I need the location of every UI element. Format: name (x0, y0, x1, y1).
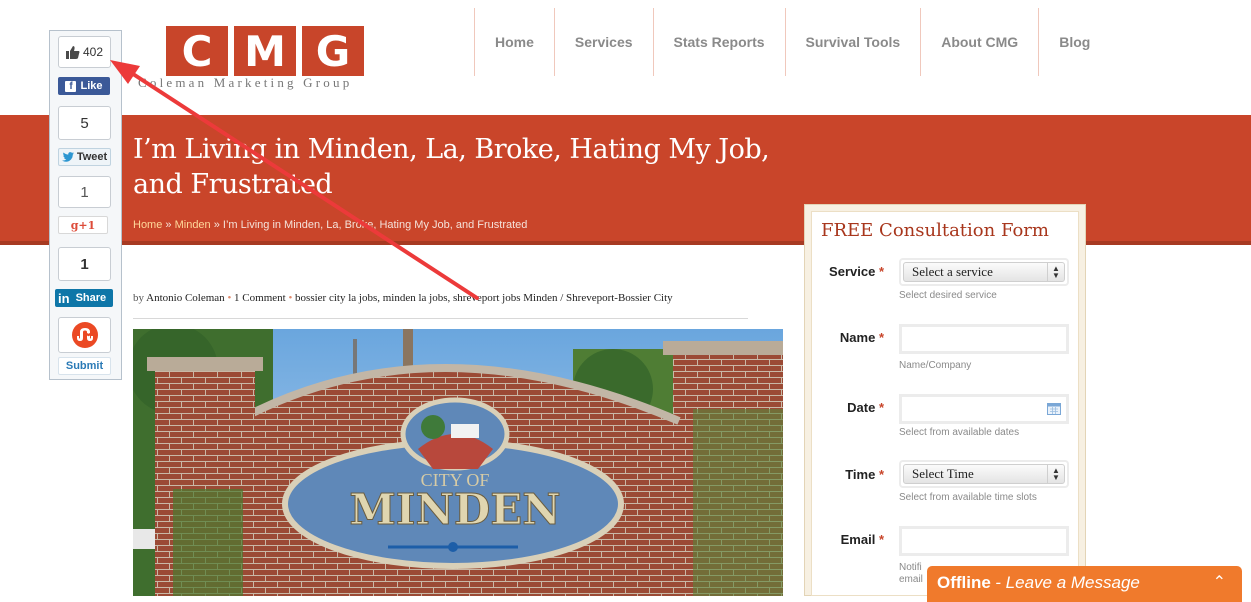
breadcrumb-category-link[interactable]: Minden (175, 219, 211, 231)
author-link[interactable]: Antonio Coleman (146, 292, 225, 304)
social-share-bar: 402 f Like 5 Tweet 1 g +1 1 in Share Subm… (49, 30, 122, 380)
facebook-like-button[interactable]: f Like (58, 77, 110, 95)
email-help-line-2: email (899, 574, 923, 585)
twitter-tweet-button[interactable]: Tweet (58, 148, 111, 166)
meta-dot-separator: • (227, 292, 232, 304)
time-select-value: Select Time (912, 466, 974, 481)
breadcrumb: Home » Minden » I’m Living in Minden, La… (133, 219, 527, 231)
name-label: Name * (806, 330, 884, 345)
form-title: FREE Consultation Form (821, 220, 1049, 241)
linkedin-share-button[interactable]: in Share (55, 289, 113, 307)
stumbleupon-badge[interactable] (58, 317, 111, 353)
email-label-text: Email (840, 532, 876, 547)
date-label: Date * (806, 400, 884, 415)
time-label: Time * (806, 467, 884, 482)
category-links[interactable]: Minden / Shreveport-Bossier City (523, 292, 672, 304)
breadcrumb-separator: » (165, 219, 172, 231)
name-label-text: Name (839, 330, 876, 345)
google-plus-button[interactable]: g +1 (58, 216, 108, 234)
tag-links[interactable]: bossier city la jobs, minden la jobs, sh… (295, 292, 520, 304)
required-mark: * (878, 467, 884, 482)
email-help-line-1: Notifi (899, 562, 922, 573)
stumbleupon-submit-button[interactable]: Submit (58, 357, 111, 375)
meta-divider (133, 318, 748, 319)
main-nav: Home Services Stats Reports Survival Too… (474, 8, 1110, 76)
breadcrumb-separator: » (213, 219, 220, 231)
time-help: Select from available time slots (899, 492, 1037, 503)
required-mark: * (878, 330, 884, 345)
time-select[interactable]: Select Time ▲ ▼ (899, 460, 1069, 488)
nav-item-survival-tools[interactable]: Survival Tools (784, 8, 921, 76)
nav-item-home[interactable]: Home (474, 8, 554, 76)
logo-letter-g: G (302, 26, 364, 76)
facebook-icon: f (65, 80, 77, 92)
name-input[interactable] (899, 324, 1069, 354)
google-plus-count: 1 (58, 176, 111, 208)
page-title: I’m Living in Minden, La, Broke, Hating … (133, 134, 770, 200)
logo-letter-m: M (234, 26, 296, 76)
date-input[interactable] (899, 394, 1069, 424)
date-label-text: Date (847, 400, 876, 415)
cmg-logo[interactable]: C M G (166, 26, 364, 76)
facebook-like-label: Like (80, 80, 103, 92)
required-mark: * (878, 264, 884, 279)
nav-item-stats-reports[interactable]: Stats Reports (652, 8, 785, 76)
minden-sign-photo: CITY OF MINDEN (133, 329, 783, 596)
chat-subtitle: - Leave a Message (995, 573, 1140, 592)
meta-dot-separator: • (288, 292, 293, 304)
google-plus-label: +1 (78, 218, 96, 232)
breadcrumb-home-link[interactable]: Home (133, 219, 162, 231)
sign-text-minden: MINDEN (349, 485, 560, 534)
required-mark: * (878, 400, 884, 415)
facebook-count-value: 402 (82, 45, 104, 59)
select-arrows-icon: ▲ ▼ (1047, 465, 1064, 483)
linkedin-share-label: Share (75, 292, 107, 304)
calendar-icon[interactable] (1047, 402, 1061, 415)
facebook-like-count: 402 (58, 36, 111, 68)
email-label: Email * (806, 532, 884, 547)
comments-link[interactable]: 1 Comment (234, 292, 286, 304)
meta-by: by (133, 292, 144, 304)
logo-tagline: Coleman Marketing Group (138, 75, 353, 90)
logo-letter-c: C (166, 26, 228, 76)
google-plus-icon: g (70, 218, 79, 232)
service-select[interactable]: Select a service ▲ ▼ (899, 258, 1069, 286)
time-label-text: Time (845, 467, 876, 482)
post-meta: by Antonio Coleman • 1 Comment • bossier… (133, 292, 673, 304)
required-mark: * (878, 532, 884, 547)
stumbleupon-icon (71, 322, 98, 348)
thumbs-up-icon (65, 45, 80, 59)
breadcrumb-current: I’m Living in Minden, La, Broke, Hating … (222, 219, 528, 231)
nav-item-blog[interactable]: Blog (1038, 8, 1110, 76)
name-help: Name/Company (899, 360, 972, 371)
twitter-tweet-label: Tweet (76, 151, 108, 163)
twitter-count: 5 (58, 106, 111, 140)
service-select-value: Select a service (912, 264, 993, 279)
chevron-up-icon[interactable]: ⌃ (1213, 572, 1226, 592)
date-help: Select from available dates (899, 427, 1020, 438)
email-input[interactable] (899, 526, 1069, 556)
select-arrows-icon: ▲ ▼ (1047, 263, 1064, 281)
post-featured-image: CITY OF MINDEN (133, 329, 783, 596)
linkedin-count: 1 (58, 247, 111, 281)
twitter-bird-icon (61, 152, 74, 162)
chat-title: Offline (937, 573, 991, 592)
nav-item-services[interactable]: Services (553, 8, 653, 76)
linkedin-icon: in (58, 290, 70, 306)
service-label-text: Service (829, 264, 876, 279)
nav-item-about-cmg[interactable]: About CMG (920, 8, 1038, 76)
offline-chat-tab[interactable]: Offline - Leave a Message ⌃ (927, 566, 1242, 602)
service-help: Select desired service (899, 290, 997, 301)
service-label: Service * (806, 264, 884, 279)
